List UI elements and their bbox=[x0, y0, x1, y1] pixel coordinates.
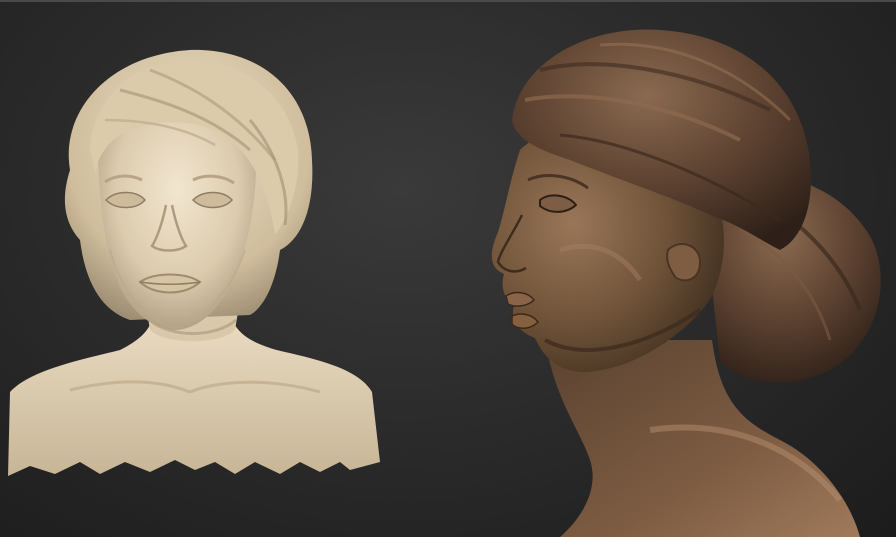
profile-bust-model bbox=[491, 29, 881, 537]
front-bust-torso bbox=[8, 318, 380, 476]
front-bust-model bbox=[8, 49, 380, 476]
3d-viewport[interactable] bbox=[0, 0, 896, 537]
sculpt-scene bbox=[8, 29, 881, 537]
